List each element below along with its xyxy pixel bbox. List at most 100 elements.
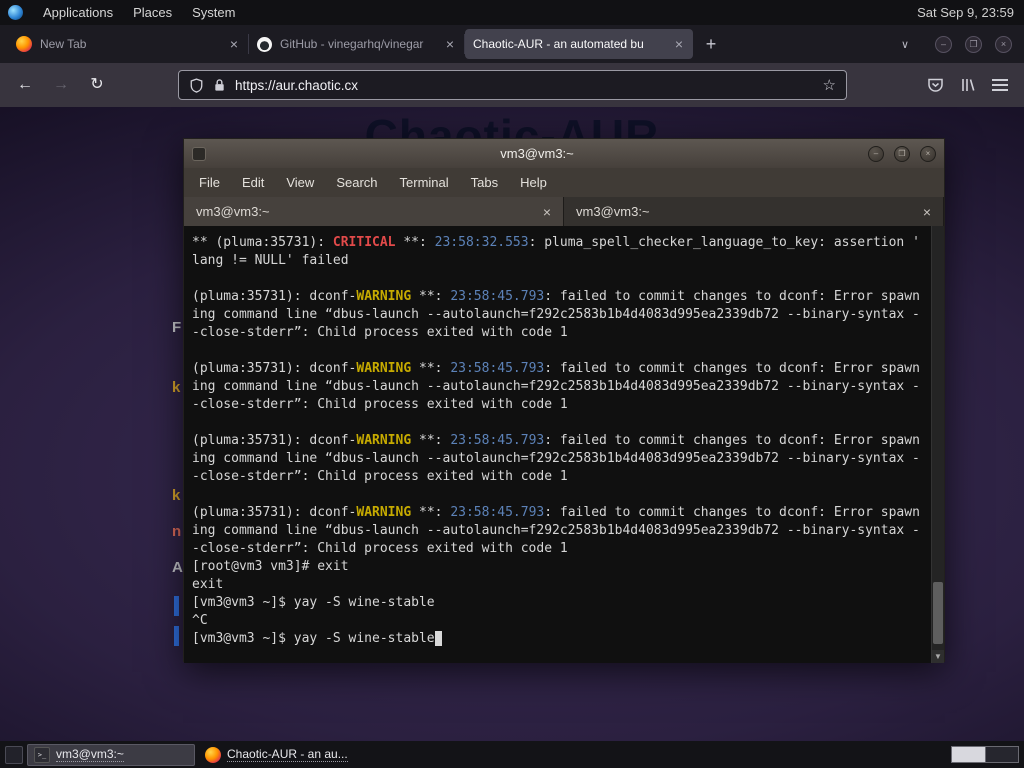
new-tab-button[interactable]: +	[697, 30, 725, 58]
terminal-text-segment: WARNING	[356, 505, 412, 520]
terminal-tab-1[interactable]: vm3@vm3:~ ×	[184, 197, 564, 226]
close-button[interactable]: ×	[995, 35, 1012, 53]
terminal-line: (pluma:35731): dconf-WARNING **: 23:58:4…	[192, 432, 931, 450]
terminal-text-segment: **:	[411, 505, 451, 520]
terminal-text-segment: 23:58:45.793	[450, 433, 545, 448]
minimize-button[interactable]: –	[935, 35, 952, 53]
page-text-fragment: k	[172, 379, 181, 396]
terminal-text-segment: (pluma:35731): dconf-	[192, 433, 357, 448]
workspace-2[interactable]	[985, 747, 1018, 762]
terminal-line: ing command line “dbus-launch --autolaun…	[192, 378, 931, 396]
menu-search[interactable]: Search	[325, 175, 388, 190]
terminal-title: vm3@vm3:~	[500, 146, 574, 161]
page-link-fragment[interactable]	[174, 626, 179, 646]
terminal-output[interactable]: ** (pluma:35731): CRITICAL **: 23:58:32.…	[184, 226, 931, 663]
window-controls: – ❒ ×	[935, 35, 1012, 53]
terminal-text-segment: [vm3@vm3 ~]$ yay -S wine-stable	[192, 595, 435, 610]
terminal-body[interactable]: ** (pluma:35731): CRITICAL **: 23:58:32.…	[184, 226, 944, 663]
page-link-fragment[interactable]	[174, 596, 179, 616]
url-bar[interactable]: https://aur.chaotic.cx ☆	[178, 70, 847, 100]
tab-close-icon[interactable]: ×	[228, 37, 240, 51]
browser-toolbar: ← → ↻ https://aur.chaotic.cx ☆	[0, 63, 1024, 107]
maximize-button[interactable]: ❒	[965, 35, 982, 53]
url-text[interactable]: https://aur.chaotic.cx	[235, 78, 358, 93]
bookmark-star-icon[interactable]: ☆	[823, 76, 836, 94]
browser-tab-bar: New Tab × GitHub - vinegarhq/vinegar × C…	[0, 25, 1024, 63]
terminal-line: lang != NULL' failed	[192, 252, 931, 270]
firefox-icon	[16, 36, 32, 52]
terminal-text-segment: : failed to commit changes to dconf: Err…	[544, 289, 920, 304]
terminal-tab-title: vm3@vm3:~	[196, 204, 270, 219]
tab-title: Chaotic-AUR - an automated bu	[473, 37, 644, 51]
terminal-text-segment: ing command line “dbus-launch --autolaun…	[192, 307, 920, 322]
browser-tab-chaotic-aur[interactable]: Chaotic-AUR - an automated bu ×	[465, 29, 693, 59]
terminal-line: ing command line “dbus-launch --autolaun…	[192, 522, 931, 540]
tracking-shield-icon[interactable]	[189, 77, 204, 93]
library-icon[interactable]	[960, 77, 976, 93]
distro-logo-icon[interactable]	[8, 5, 23, 20]
terminal-titlebar[interactable]: vm3@vm3:~ – ❒ ×	[184, 139, 944, 168]
scrollbar-thumb[interactable]	[933, 582, 943, 644]
tab-close-icon[interactable]: ×	[543, 204, 551, 220]
forward-button[interactable]: →	[46, 70, 76, 100]
browser-tab-new-tab[interactable]: New Tab ×	[8, 29, 248, 59]
terminal-scrollbar[interactable]: ▼	[931, 226, 944, 663]
terminal-tab-bar: vm3@vm3:~ × vm3@vm3:~ ×	[184, 197, 944, 226]
terminal-text-segment: **:	[411, 289, 451, 304]
terminal-line: (pluma:35731): dconf-WARNING **: 23:58:4…	[192, 288, 931, 306]
terminal-line: exit	[192, 576, 931, 594]
terminal-text-segment: (pluma:35731): dconf-	[192, 505, 357, 520]
menu-help[interactable]: Help	[509, 175, 558, 190]
terminal-line: -close-stderr”: Child process exited wit…	[192, 468, 931, 486]
terminal-text-segment: -close-stderr”: Child process exited wit…	[192, 469, 568, 484]
terminal-text-segment: exit	[192, 577, 224, 592]
terminal-line: ^C	[192, 612, 931, 630]
menu-tabs[interactable]: Tabs	[460, 175, 509, 190]
clock[interactable]: Sat Sep 9, 23:59	[917, 5, 1014, 20]
terminal-tab-2[interactable]: vm3@vm3:~ ×	[564, 197, 944, 226]
terminal-text-segment: (pluma:35731): dconf-	[192, 361, 357, 376]
terminal-text-segment: 23:58:32.553	[434, 235, 529, 250]
menu-view[interactable]: View	[275, 175, 325, 190]
top-panel: Applications Places System Sat Sep 9, 23…	[0, 0, 1024, 25]
tab-close-icon[interactable]: ×	[444, 37, 456, 51]
menu-button[interactable]	[992, 79, 1008, 91]
menu-system[interactable]: System	[192, 5, 235, 20]
tab-list-chevron-icon[interactable]: ∨	[901, 38, 909, 51]
page-text-fragment: F	[172, 319, 182, 336]
window-list-icon[interactable]	[5, 745, 23, 764]
panel-menus: Applications Places System	[0, 5, 235, 20]
browser-tab-github[interactable]: GitHub - vinegarhq/vinegar ×	[249, 29, 464, 59]
reload-button[interactable]: ↻	[82, 70, 112, 100]
terminal-text-segment: : failed to commit changes to dconf: Err…	[544, 433, 920, 448]
tab-close-icon[interactable]: ×	[923, 204, 931, 220]
terminal-app-icon	[192, 146, 206, 161]
firefox-icon	[205, 746, 221, 763]
terminal-text-segment: 23:58:45.793	[450, 289, 545, 304]
terminal-line: -close-stderr”: Child process exited wit…	[192, 540, 931, 558]
page-text-fragment: A	[172, 559, 183, 576]
terminal-text-segment: -close-stderr”: Child process exited wit…	[192, 541, 568, 556]
menu-edit[interactable]: Edit	[231, 175, 275, 190]
menu-applications[interactable]: Applications	[43, 5, 113, 20]
menu-terminal[interactable]: Terminal	[389, 175, 460, 190]
workspace-1[interactable]	[952, 747, 985, 762]
terminal-text-segment: ing command line “dbus-launch --autolaun…	[192, 451, 920, 466]
minimize-button[interactable]: –	[868, 145, 884, 162]
back-button[interactable]: ←	[10, 70, 40, 100]
scroll-down-icon[interactable]: ▼	[932, 650, 944, 663]
terminal-text-segment: WARNING	[356, 433, 412, 448]
taskbar-item-firefox[interactable]: Chaotic-AUR - an au...	[199, 744, 367, 766]
maximize-button[interactable]: ❒	[894, 145, 910, 162]
lock-icon[interactable]	[213, 78, 226, 92]
menu-places[interactable]: Places	[133, 5, 172, 20]
menu-file[interactable]: File	[188, 175, 231, 190]
close-button[interactable]: ×	[920, 145, 936, 162]
tab-close-icon[interactable]: ×	[673, 37, 685, 51]
taskbar-item-terminal[interactable]: >_ vm3@vm3:~	[27, 743, 195, 766]
terminal-text-segment: -close-stderr”: Child process exited wit…	[192, 325, 568, 340]
terminal-text-segment: 23:58:45.793	[450, 505, 545, 520]
terminal-text-segment: 23:58:45.793	[450, 361, 545, 376]
pocket-icon[interactable]	[927, 77, 944, 93]
